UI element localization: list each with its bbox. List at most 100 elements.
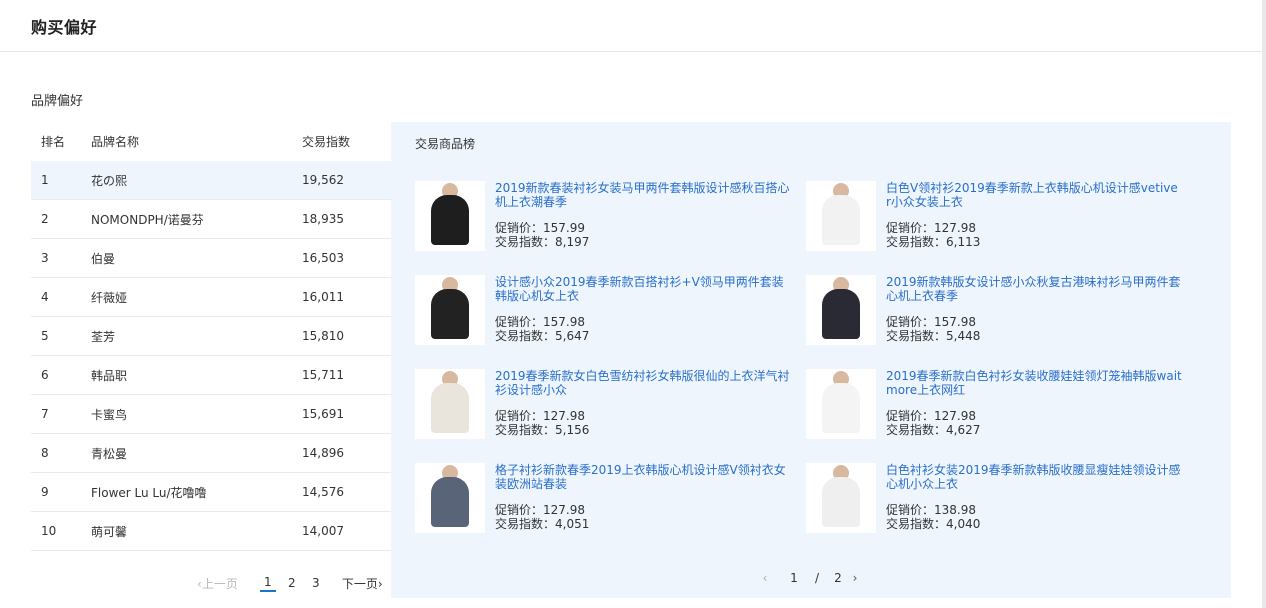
- product-photo-garment: [822, 477, 860, 527]
- product-title-link[interactable]: 格子衬衫新款春季2019上衣韩版心机设计感V领衬衣女装欧洲站春装: [495, 463, 791, 491]
- brand-trade-index: 16,503: [302, 251, 344, 265]
- brand-table-row[interactable]: 5 荃芳 15,810: [31, 317, 391, 356]
- brand-rank: 10: [41, 524, 57, 538]
- product-title-link[interactable]: 设计感小众2019春季新款百搭衬衫+V领马甲两件套装韩版心机女上衣: [495, 275, 791, 303]
- product-price: 促销价：157.99: [495, 221, 791, 235]
- trade-index-value: 5,448: [946, 329, 981, 343]
- brand-table-row[interactable]: 10 萌可馨 14,007: [31, 512, 391, 551]
- product-thumbnail[interactable]: [415, 463, 485, 533]
- brand-rank: 9: [41, 485, 49, 499]
- brand-table-row[interactable]: 6 韩品职 15,711: [31, 356, 391, 395]
- price-value: 127.98: [934, 221, 977, 235]
- product-trade-index: 交易指数：6,113: [886, 235, 1182, 249]
- product-thumbnail[interactable]: [806, 275, 876, 345]
- brand-trade-index: 14,007: [302, 524, 344, 538]
- product-info: 白色衬衫女装2019春季新款韩版收腰显瘦娃娃领设计感心机小众上衣促销价：138.…: [886, 463, 1182, 531]
- product-title-link[interactable]: 2019春季新款白色衬衫女装收腰娃娃领灯笼袖韩版waitmore上衣网红: [886, 369, 1182, 397]
- product-thumbnail[interactable]: [806, 181, 876, 251]
- product-card: 设计感小众2019春季新款百搭衬衫+V领马甲两件套装韩版心机女上衣促销价：157…: [415, 275, 806, 369]
- prev-page-label: 上一页: [201, 576, 238, 591]
- product-photo-garment: [431, 289, 469, 339]
- price-label: 促销价：: [495, 315, 544, 329]
- brand-table-body: 1 花の熙 19,562 2 NOMONDPH/诺曼芬 18,935 3 伯曼 16,503 4 纤…: [31, 161, 391, 551]
- product-title-link[interactable]: 白色V领衬衫2019春季新款上衣韩版心机设计感vetiver小众女装上衣: [886, 181, 1182, 209]
- brand-name: 卡蜜鸟: [91, 407, 128, 422]
- product-photo-garment: [431, 477, 469, 527]
- column-header-rank: 排名: [41, 135, 66, 149]
- product-info: 格子衬衫新款春季2019上衣韩版心机设计感V领衬衣女装欧洲站春装 促销价：127.…: [495, 463, 791, 531]
- brand-name: 萌可馨: [91, 524, 128, 539]
- brand-name: NOMONDPH/诺曼芬: [91, 212, 204, 227]
- brand-trade-index: 16,011: [302, 290, 344, 304]
- prev-page-arrow-icon[interactable]: ‹: [758, 571, 772, 585]
- product-thumbnail[interactable]: [415, 275, 485, 345]
- current-page: 1: [790, 571, 798, 585]
- trade-index-label: 交易指数：: [495, 235, 556, 249]
- price-label: 促销价：: [886, 315, 935, 329]
- price-label: 促销价：: [495, 221, 544, 235]
- price-label: 促销价：: [886, 409, 935, 423]
- product-title-link[interactable]: 2019春季新款女白色雪纺衬衫女韩版很仙的上衣洋气衬衫设计感小众: [495, 369, 791, 397]
- brand-table-row[interactable]: 1 花の熙 19,562: [31, 161, 391, 200]
- product-title-link[interactable]: 2019新款韩版女设计感小众秋复古港味衬衫马甲两件套心机上衣春季: [886, 275, 1182, 303]
- next-page-arrow-icon[interactable]: ›: [848, 571, 862, 585]
- product-trade-index: 交易指数：8,197: [495, 235, 791, 249]
- total-pages: 2: [834, 571, 842, 585]
- brand-table-row[interactable]: 7 卡蜜鸟 15,691: [31, 395, 391, 434]
- product-photo-garment: [431, 383, 469, 433]
- product-card: 白色衬衫女装2019春季新款韩版收腰显瘦娃娃领设计感心机小众上衣促销价：138.…: [806, 463, 1197, 557]
- brand-name: 韩品职: [91, 368, 128, 383]
- product-trade-index: 交易指数：4,627: [886, 423, 1182, 437]
- product-price: 促销价：157.98: [495, 315, 791, 329]
- price-value: 127.98: [543, 409, 586, 423]
- product-thumbnail[interactable]: [806, 463, 876, 533]
- product-thumbnail[interactable]: [415, 369, 485, 439]
- trade-index-value: 4,627: [946, 423, 981, 437]
- prev-page-button[interactable]: ‹上一页: [197, 575, 238, 592]
- product-info: 2019春季新款女白色雪纺衬衫女韩版很仙的上衣洋气衬衫设计感小众促销价：127.…: [495, 369, 791, 437]
- brand-rank: 2: [41, 212, 49, 226]
- price-value: 157.98: [543, 315, 586, 329]
- price-value: 127.98: [934, 409, 977, 423]
- brand-table-row[interactable]: 4 纤薇娅 16,011: [31, 278, 391, 317]
- brand-name: 伯曼: [91, 251, 116, 266]
- next-page-button[interactable]: 下一页›: [342, 575, 383, 592]
- trade-index-value: 5,647: [555, 329, 590, 343]
- brand-table-row[interactable]: 2 NOMONDPH/诺曼芬 18,935: [31, 200, 391, 239]
- product-card: 格子衬衫新款春季2019上衣韩版心机设计感V领衬衣女装欧洲站春装 促销价：127.…: [415, 463, 806, 557]
- product-price: 促销价：138.98: [886, 503, 1182, 517]
- product-price: 促销价：127.98: [495, 409, 791, 423]
- brand-table-row[interactable]: 9 Flower Lu Lu/花噜噜 14,576: [31, 473, 391, 512]
- product-title-link[interactable]: 2019新款春装衬衫女装马甲两件套韩版设计感秋百搭心机上衣潮春季: [495, 181, 791, 209]
- brand-table-row[interactable]: 8 青松曼 14,896: [31, 434, 391, 473]
- product-photo-garment: [822, 195, 860, 245]
- page-button-3[interactable]: 3: [304, 576, 328, 590]
- page-button-2[interactable]: 2: [280, 576, 304, 590]
- column-header-trade-index: 交易指数: [302, 135, 351, 149]
- next-page-label: 下一页: [341, 576, 378, 591]
- vertical-scrollbar[interactable]: [1262, 0, 1266, 608]
- product-thumbnail[interactable]: [415, 181, 485, 251]
- trade-index-label: 交易指数：: [495, 517, 556, 531]
- trade-index-value: 8,197: [555, 235, 590, 249]
- product-info: 2019新款春装衬衫女装马甲两件套韩版设计感秋百搭心机上衣潮春季促销价：157.…: [495, 181, 791, 249]
- trade-index-label: 交易指数：: [886, 329, 947, 343]
- brand-name: 花の熙: [91, 173, 128, 188]
- trade-index-label: 交易指数：: [495, 423, 556, 437]
- brand-table-row[interactable]: 3 伯曼 16,503: [31, 239, 391, 278]
- brand-trade-index: 15,691: [302, 407, 344, 421]
- page-button-1[interactable]: 1: [259, 574, 276, 592]
- product-info: 2019春季新款白色衬衫女装收腰娃娃领灯笼袖韩版waitmore上衣网红促销价：…: [886, 369, 1182, 437]
- trade-index-value: 5,156: [555, 423, 590, 437]
- product-title-link[interactable]: 白色衬衫女装2019春季新款韩版收腰显瘦娃娃领设计感心机小众上衣: [886, 463, 1182, 491]
- product-card: 2019新款春装衬衫女装马甲两件套韩版设计感秋百搭心机上衣潮春季促销价：157.…: [415, 181, 806, 275]
- product-trade-index: 交易指数：4,040: [886, 517, 1182, 531]
- trade-index-value: 6,113: [946, 235, 981, 249]
- product-thumbnail[interactable]: [806, 369, 876, 439]
- product-info: 设计感小众2019春季新款百搭衬衫+V领马甲两件套装韩版心机女上衣促销价：157…: [495, 275, 791, 343]
- brand-rank: 1: [41, 173, 49, 187]
- brand-rank: 6: [41, 368, 49, 382]
- product-trade-index: 交易指数：5,156: [495, 423, 791, 437]
- brand-rank: 5: [41, 329, 49, 343]
- product-ranking-panel: 交易商品榜 2019新款春装衬衫女装马甲两件套韩版设计感秋百搭心机上衣潮春季 促销…: [391, 122, 1231, 598]
